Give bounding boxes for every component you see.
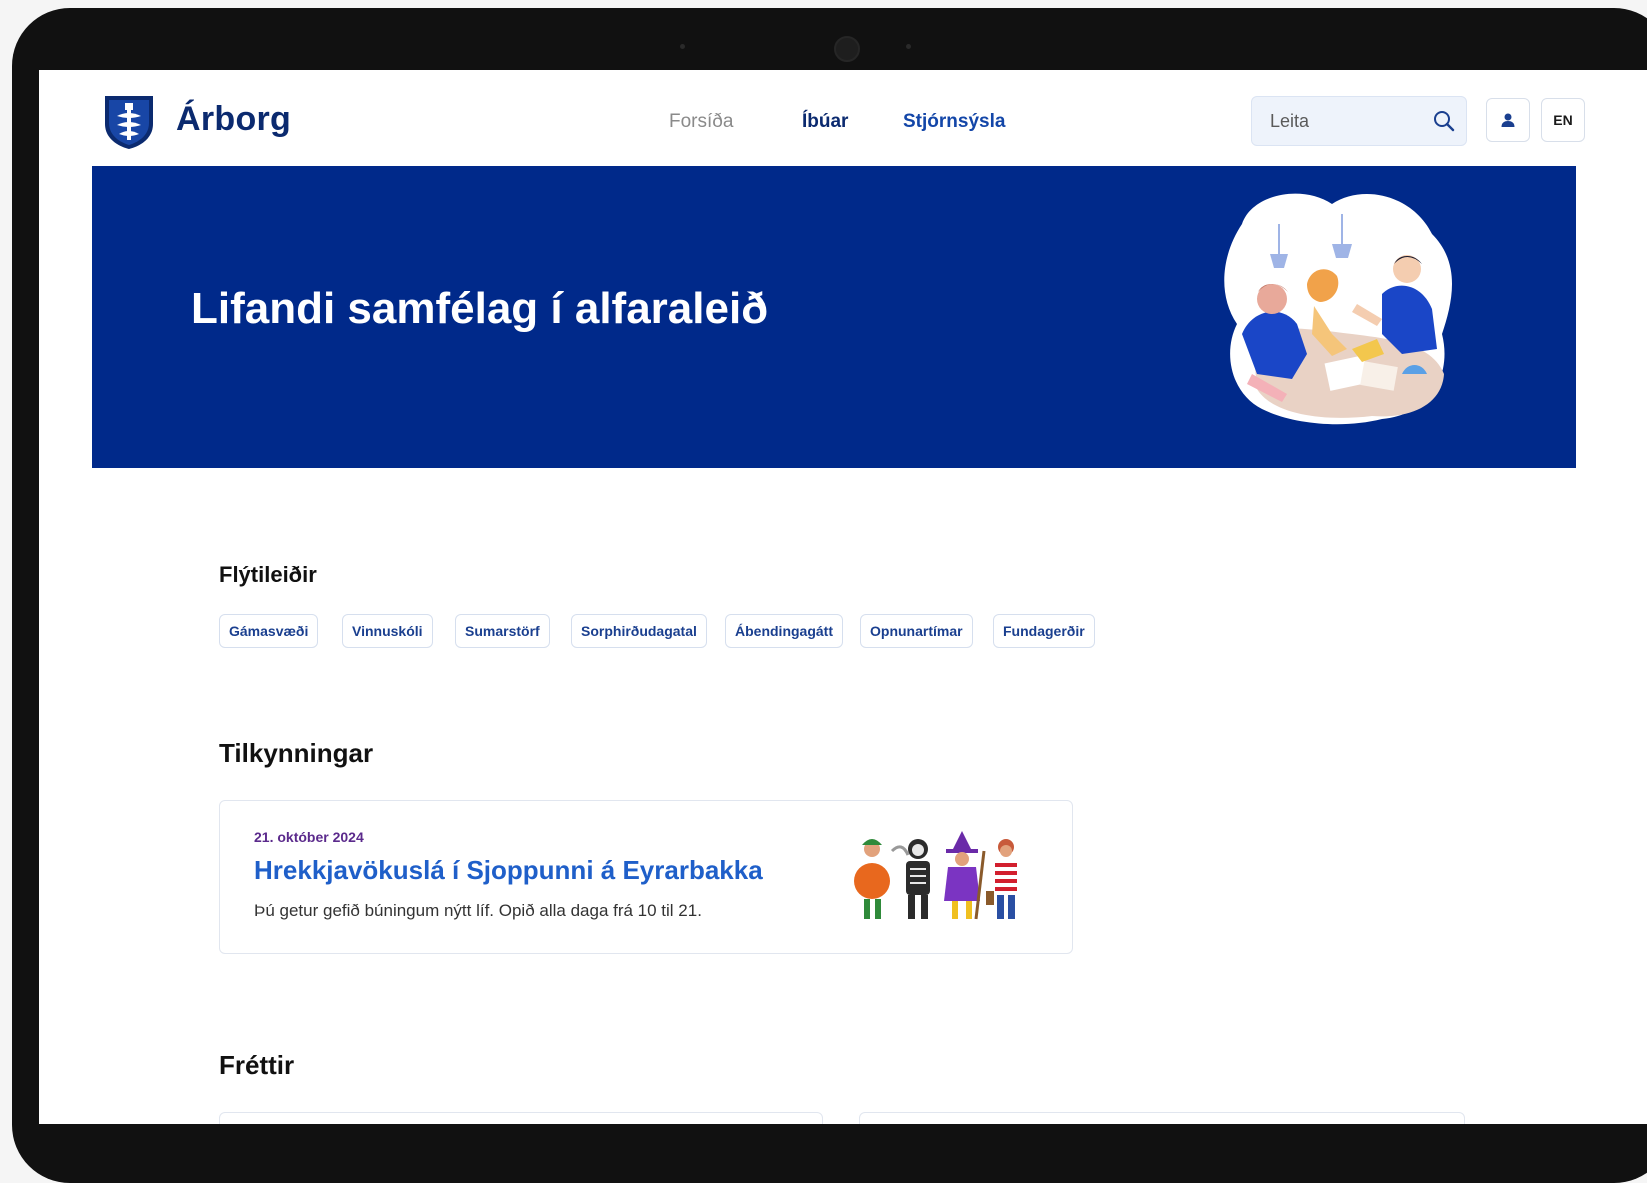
nav-item-stjornsysla[interactable]: Stjórnsýsla — [903, 111, 1005, 133]
site-brand[interactable]: Árborg — [176, 100, 291, 139]
notice-title-link[interactable]: Hrekkjavökuslá í Sjoppunni á Eyrarbakka — [254, 855, 763, 886]
sensor-dot — [906, 44, 911, 49]
site-header: Árborg Forsíða Íbúar Stjórnsýsla Leita E… — [39, 70, 1647, 162]
news-card[interactable] — [219, 1112, 823, 1124]
shortcut-gamasvaedi[interactable]: Gámasvæði — [219, 614, 319, 648]
notice-description: Þú getur gefið búningum nýtt líf. Opið a… — [254, 901, 702, 920]
screen: Árborg Forsíða Íbúar Stjórnsýsla Leita E… — [39, 70, 1647, 1124]
halloween-costumes-illustration — [854, 831, 1017, 920]
notice-date: 21. október 2024 — [254, 829, 364, 845]
front-camera — [834, 36, 860, 62]
search-icon[interactable] — [1432, 109, 1456, 133]
tablet-frame: Árborg Forsíða Íbúar Stjórnsýsla Leita E… — [12, 8, 1647, 1183]
shortcut-sorphirdudagatal[interactable]: Sorphirðudagatal — [571, 614, 707, 648]
shortcut-abendingagatt[interactable]: Ábendingagátt — [725, 614, 843, 648]
notices-heading: Tilkynningar — [219, 738, 374, 768]
news-card[interactable] — [859, 1112, 1465, 1124]
shortcut-vinnuskoli[interactable]: Vinnuskóli — [342, 614, 433, 648]
search-placeholder: Leita — [1270, 111, 1310, 131]
shortcut-sumarstorf[interactable]: Sumarstörf — [455, 614, 550, 648]
nav-item-ibuar[interactable]: Íbúar — [802, 111, 848, 133]
news-heading: Fréttir — [219, 1050, 295, 1080]
user-icon — [1501, 113, 1515, 127]
hero-banner: Lifandi samfélag í alfaraleið — [92, 166, 1576, 468]
notice-card[interactable]: 21. október 2024 Hrekkjavökuslá í Sjoppu… — [219, 800, 1073, 954]
search-input[interactable]: Leita — [1251, 96, 1467, 146]
shortcut-fundagerdir[interactable]: Fundagerðir — [993, 614, 1095, 648]
nav-item-forsida[interactable]: Forsíða — [669, 111, 733, 133]
community-illustration — [1224, 193, 1452, 425]
hero-title: Lifandi samfélag í alfaraleið — [191, 284, 769, 333]
arborg-crest-icon[interactable] — [103, 94, 155, 150]
sensor-dot — [680, 44, 685, 49]
user-button[interactable] — [1486, 98, 1530, 142]
language-toggle-button[interactable]: EN — [1541, 98, 1585, 142]
shortcut-opnunartimar[interactable]: Opnunartímar — [860, 614, 973, 648]
shortcuts-heading: Flýtileiðir — [219, 562, 317, 587]
